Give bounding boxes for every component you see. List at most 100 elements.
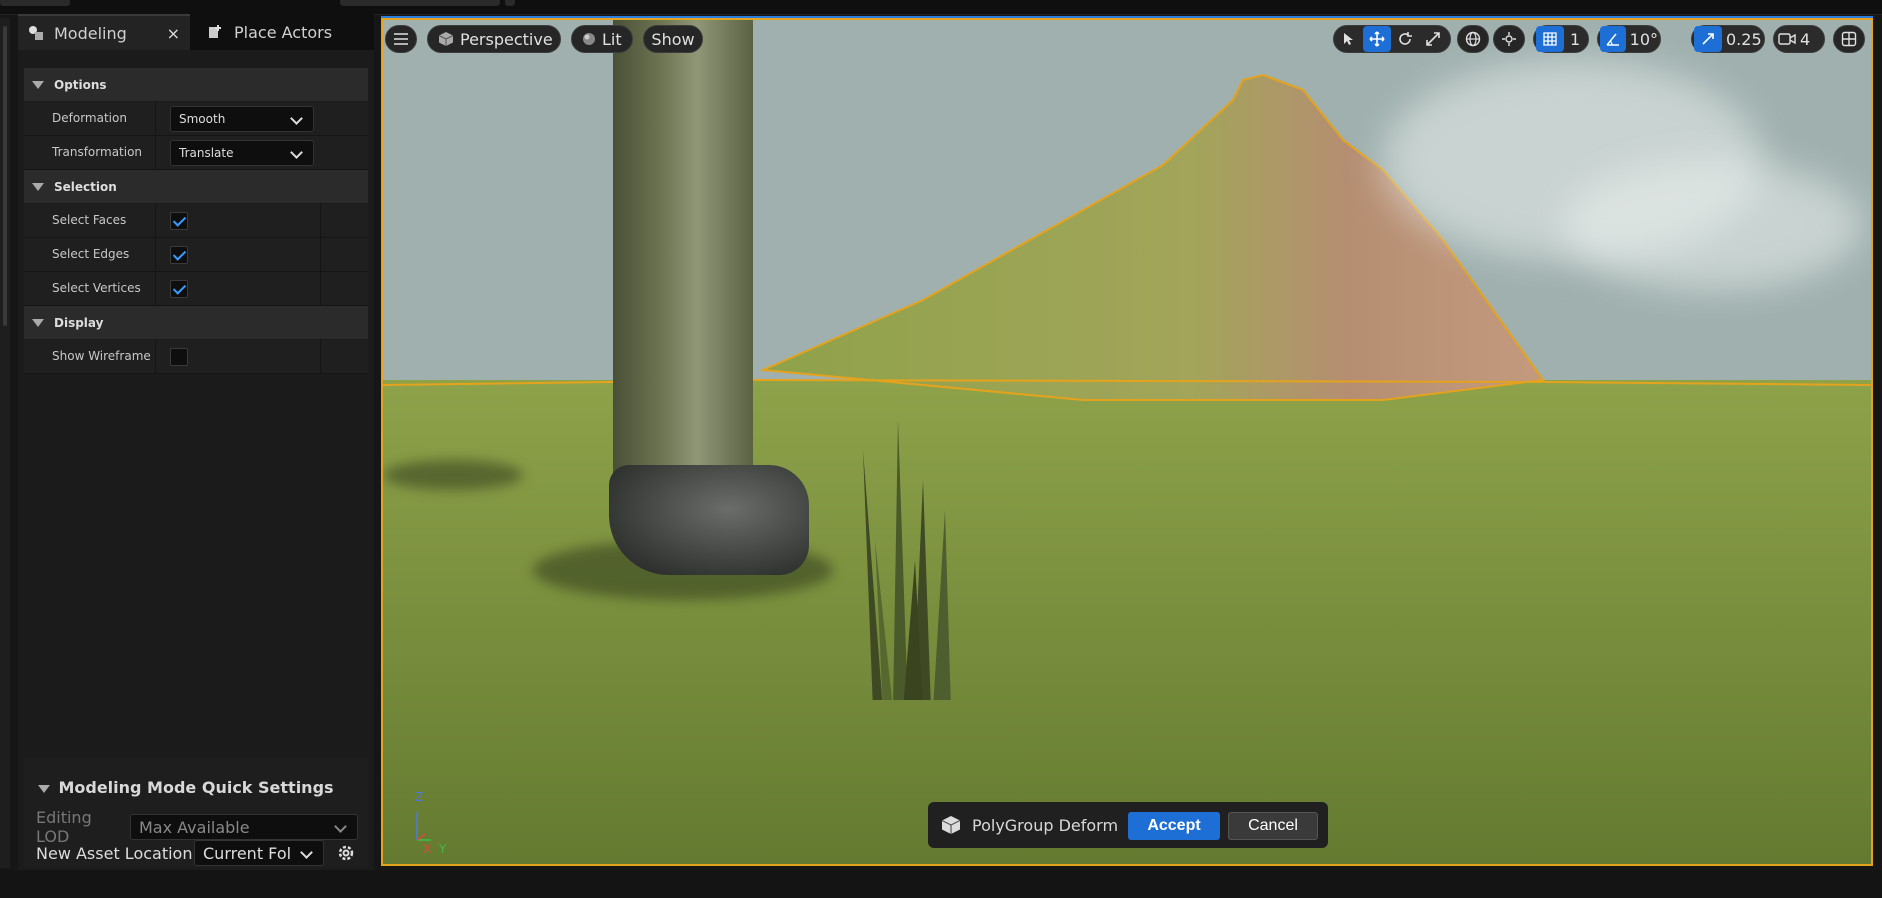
character-shoe [609, 465, 809, 575]
row-reset-area [320, 272, 369, 305]
deformation-dropdown[interactable]: Smooth [170, 105, 314, 132]
deformation-value: Smooth [179, 111, 226, 126]
ground-shadow [383, 460, 523, 490]
angle-snap-icon[interactable] [1600, 26, 1626, 52]
lit-label: Lit [602, 29, 622, 49]
row-reset-area [320, 204, 369, 237]
grid-snap-value[interactable]: 1 [1570, 30, 1580, 49]
bottom-status-strip [0, 870, 1882, 898]
rotation-snap-group: 10° [1597, 25, 1661, 53]
editor-top-strip [0, 0, 1882, 15]
viewport-menu-button[interactable] [385, 25, 417, 53]
tool-properties: Options Deformation Smooth Transformatio… [24, 68, 368, 374]
accept-button[interactable]: Accept [1128, 812, 1220, 840]
row-deformation: Deformation Smooth [24, 102, 368, 136]
chevron-down-icon [290, 145, 303, 159]
asset-location-label: New Asset Location [36, 843, 193, 863]
show-wireframe-checkbox[interactable] [170, 347, 188, 366]
cloud [1563, 160, 1863, 290]
transformation-value: Translate [179, 145, 234, 160]
lit-button[interactable]: Lit [571, 25, 633, 53]
section-display[interactable]: Display [24, 306, 368, 340]
transformation-label: Transformation [24, 136, 156, 169]
world-space-button[interactable] [1457, 25, 1489, 53]
section-display-title: Display [54, 315, 104, 330]
perspective-button[interactable]: Perspective [427, 25, 561, 53]
cancel-button[interactable]: Cancel [1228, 812, 1318, 840]
tool-accept-bar: PolyGroup Deform Accept Cancel [928, 802, 1328, 848]
translate-icon[interactable] [1363, 26, 1391, 52]
asset-location-dropdown[interactable]: Current Fol [194, 840, 324, 866]
camera-icon [1778, 32, 1796, 46]
chevron-down-icon [300, 846, 313, 859]
tab-modeling-label: Modeling [54, 23, 127, 43]
transform-tools [1333, 25, 1451, 53]
editing-lod-value: Max Available [139, 817, 250, 837]
collapse-triangle-icon [32, 182, 44, 191]
rotate-icon[interactable] [1391, 26, 1419, 52]
row-select-vertices: Select Vertices [24, 272, 368, 306]
level-viewport[interactable]: Perspective Lit Show 1 10° 0.25 4 Z X Y … [381, 18, 1873, 866]
globe-icon [1465, 31, 1481, 47]
camera-speed-value: 4 [1800, 29, 1811, 49]
asset-location-row: New Asset Location Current Fol [36, 840, 356, 866]
left-scrollbar[interactable] [0, 18, 10, 868]
tab-modeling[interactable]: Modeling × [18, 14, 190, 50]
row-select-edges: Select Edges [24, 238, 368, 272]
top-tab-stub[interactable] [340, 0, 500, 6]
select-edges-label: Select Edges [24, 238, 156, 271]
hamburger-icon [394, 30, 408, 49]
select-faces-label: Select Faces [24, 204, 156, 237]
lit-sphere-icon [582, 32, 596, 46]
scale-snap-group: 0.25 [1691, 25, 1765, 53]
quick-settings: Modeling Mode Quick Settings Editing LOD… [24, 758, 368, 868]
axis-y-label: Y [439, 842, 447, 856]
polygroup-deform-icon [940, 814, 962, 836]
row-select-faces: Select Faces [24, 204, 368, 238]
grass-spikes [863, 420, 951, 700]
show-label: Show [651, 29, 695, 49]
scale-snap-value[interactable]: 0.25 [1726, 30, 1762, 49]
transformation-dropdown[interactable]: Translate [170, 139, 314, 166]
place-actors-icon [206, 22, 226, 42]
scale-snap-icon[interactable] [1694, 26, 1722, 52]
section-selection[interactable]: Selection [24, 170, 368, 204]
tab-place-actors[interactable]: Place Actors [198, 14, 374, 50]
grid-snap-group: 1 [1533, 25, 1589, 53]
top-tab-stub[interactable] [0, 0, 70, 6]
scrollbar-thumb[interactable] [3, 26, 7, 326]
asset-location-value: Current Fol [203, 843, 292, 863]
tool-name: PolyGroup Deform [972, 815, 1119, 835]
close-icon[interactable]: × [167, 24, 180, 43]
top-tab-stub[interactable] [505, 0, 515, 6]
section-options[interactable]: Options [24, 68, 368, 102]
viewport-layout-button[interactable] [1833, 25, 1865, 53]
scale-icon[interactable] [1419, 26, 1447, 52]
section-options-title: Options [54, 77, 107, 92]
row-show-wireframe: Show Wireframe [24, 340, 368, 374]
select-vertices-checkbox[interactable] [170, 279, 188, 298]
select-cursor-icon[interactable] [1335, 26, 1363, 52]
show-button[interactable]: Show [643, 25, 703, 53]
tab-place-actors-label: Place Actors [234, 22, 333, 42]
chevron-down-icon [290, 111, 303, 125]
gear-icon[interactable] [336, 843, 356, 863]
grid-snap-icon[interactable] [1536, 26, 1564, 52]
layout-icon [1841, 31, 1857, 47]
axis-z-label: Z [415, 790, 424, 804]
surface-snap-button[interactable] [1493, 25, 1525, 53]
angle-snap-value[interactable]: 10° [1630, 30, 1658, 49]
cube-icon [438, 31, 454, 47]
select-faces-checkbox[interactable] [170, 211, 188, 230]
perspective-label: Perspective [460, 29, 553, 49]
section-selection-title: Selection [54, 179, 117, 194]
quick-settings-title: Modeling Mode Quick Settings [58, 778, 334, 797]
row-reset-area [320, 340, 369, 373]
select-edges-checkbox[interactable] [170, 245, 188, 264]
camera-speed-group[interactable]: 4 [1773, 25, 1825, 53]
chevron-down-icon [334, 820, 347, 833]
modeling-icon [26, 23, 46, 43]
editing-lod-dropdown[interactable]: Max Available [130, 814, 358, 840]
row-transformation: Transformation Translate [24, 136, 368, 170]
collapse-triangle-icon [32, 318, 44, 327]
